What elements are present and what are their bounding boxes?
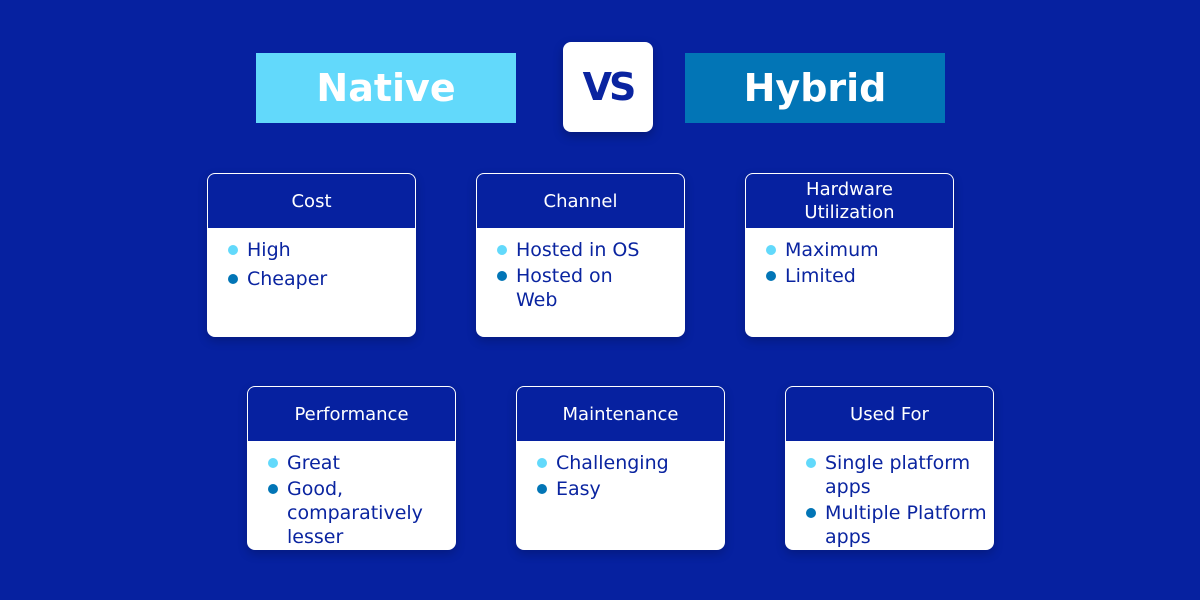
native-item: Single platform apps bbox=[806, 451, 993, 499]
card-title: Channel bbox=[477, 174, 684, 228]
comparison-card-maintenance: Maintenance Challenging Easy bbox=[516, 386, 725, 550]
hybrid-item: Hosted on Web bbox=[497, 264, 656, 312]
card-title: Cost bbox=[208, 174, 415, 228]
native-banner: Native bbox=[256, 53, 516, 123]
hybrid-item: Cheaper bbox=[228, 267, 415, 291]
native-item: High bbox=[228, 238, 415, 262]
comparison-card-used-for: Used For Single platform apps Multiple P… bbox=[785, 386, 994, 550]
hybrid-item: Multiple Platform apps bbox=[806, 501, 993, 549]
comparison-card-cost: Cost High Cheaper bbox=[207, 173, 416, 337]
card-list: Challenging Easy bbox=[517, 441, 724, 501]
card-title: Performance bbox=[248, 387, 455, 441]
card-list: Great Good, comparatively lesser bbox=[248, 441, 455, 549]
card-title: Used For bbox=[786, 387, 993, 441]
native-item: Challenging bbox=[537, 451, 724, 475]
hybrid-banner: Hybrid bbox=[685, 53, 945, 123]
card-list: Maximum Limited bbox=[746, 228, 953, 288]
card-list: High Cheaper bbox=[208, 228, 415, 291]
vs-badge: VS bbox=[563, 42, 653, 132]
native-item: Great bbox=[268, 451, 455, 475]
hybrid-item: Easy bbox=[537, 477, 724, 501]
card-list: Hosted in OS Hosted on Web bbox=[477, 228, 684, 312]
native-item: Hosted in OS bbox=[497, 238, 684, 262]
card-title: Hardware Utilization bbox=[746, 174, 953, 228]
hybrid-item: Good, comparatively lesser bbox=[268, 477, 455, 549]
comparison-card-channel: Channel Hosted in OS Hosted on Web bbox=[476, 173, 685, 337]
comparison-card-hardware-utilization: Hardware Utilization Maximum Limited bbox=[745, 173, 954, 337]
native-item: Maximum bbox=[766, 238, 953, 262]
hybrid-item: Limited bbox=[766, 264, 953, 288]
comparison-card-performance: Performance Great Good, comparatively le… bbox=[247, 386, 456, 550]
card-list: Single platform apps Multiple Platform a… bbox=[786, 441, 993, 549]
card-title: Maintenance bbox=[517, 387, 724, 441]
